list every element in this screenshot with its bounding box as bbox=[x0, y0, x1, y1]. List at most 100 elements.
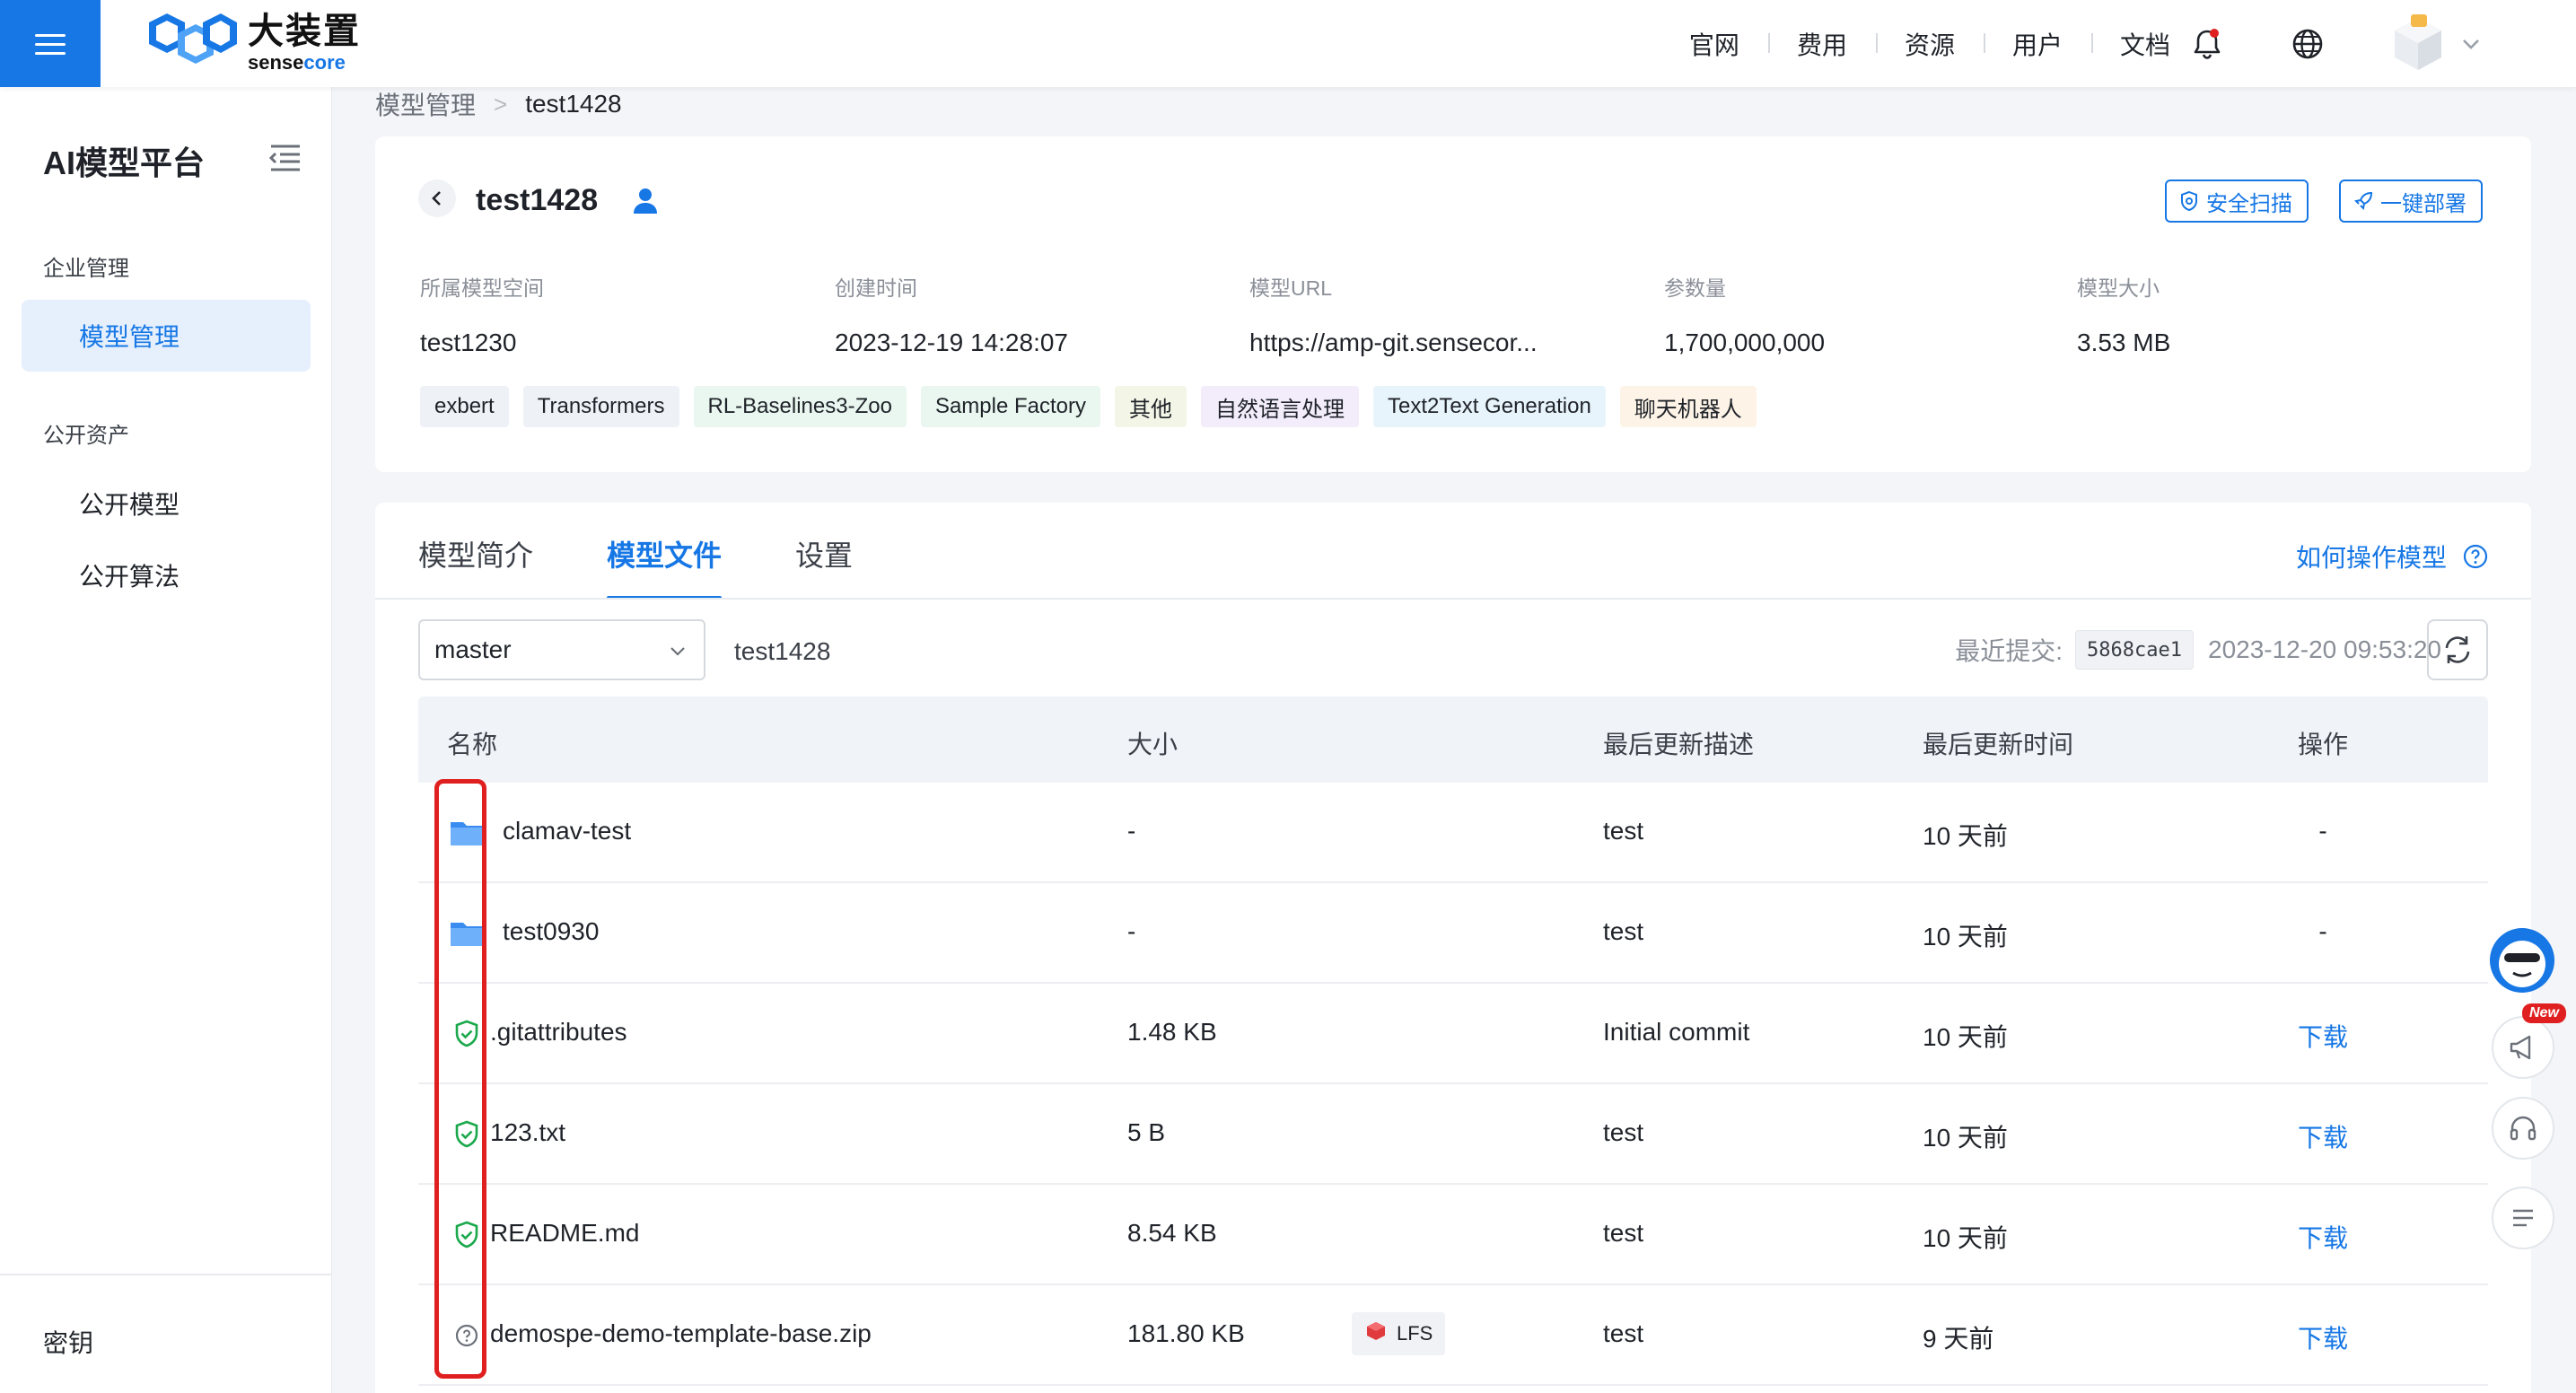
model-info-card: test1428 安全扫描 一键部署 所属模型空间 test1230 创建时间 20… bbox=[375, 136, 2531, 472]
tab-model-intro[interactable]: 模型简介 bbox=[418, 533, 533, 596]
how-to-operate-link[interactable]: 如何操作模型 bbox=[2296, 539, 2488, 574]
nav-users[interactable]: 用户 bbox=[1983, 26, 2091, 62]
sidebar-group-public: 公开资产 bbox=[43, 424, 129, 448]
table-row[interactable]: test0930 - test 10 天前 - bbox=[418, 883, 2488, 984]
new-badge: New bbox=[2522, 1003, 2566, 1023]
refresh-icon bbox=[2445, 636, 2470, 663]
model-tag[interactable]: 其他 bbox=[1115, 386, 1187, 427]
nav-billing[interactable]: 费用 bbox=[1767, 26, 1876, 62]
col-time: 最后更新时间 bbox=[1923, 731, 2074, 758]
sidebar-item-model-manage[interactable]: 模型管理 bbox=[22, 300, 311, 372]
branch-select[interactable]: master bbox=[418, 619, 705, 680]
megaphone-icon bbox=[2510, 1035, 2531, 1060]
update-time: 10 天前 bbox=[1923, 1124, 2008, 1152]
breadcrumb-model-manage[interactable]: 模型管理 bbox=[375, 86, 476, 122]
file-name[interactable]: .gitattributes bbox=[490, 1018, 627, 1047]
security-scan-button[interactable]: 安全扫描 bbox=[2165, 180, 2309, 223]
commit-description: test bbox=[1603, 917, 1644, 945]
file-name[interactable]: clamav-test bbox=[503, 817, 631, 845]
sidebar-item-public-algo[interactable]: 公开算法 bbox=[22, 539, 311, 611]
brand-name-cn: 大装置 bbox=[248, 12, 361, 51]
download-link[interactable]: 下载 bbox=[2278, 1219, 2368, 1255]
nav-resources[interactable]: 资源 bbox=[1875, 26, 1984, 62]
brand-name-en: sensecore bbox=[248, 51, 346, 74]
shield-check-icon bbox=[449, 1117, 485, 1152]
breadcrumb-current: test1428 bbox=[525, 90, 622, 118]
model-tag[interactable]: RL-Baselines3-Zoo bbox=[693, 386, 907, 427]
sidebar-item-keys[interactable]: 密钥 bbox=[43, 1324, 93, 1360]
update-time: 9 天前 bbox=[1923, 1325, 1994, 1353]
user-owner-icon bbox=[634, 188, 657, 214]
model-tag[interactable]: Text2Text Generation bbox=[1373, 386, 1606, 427]
col-desc: 最后更新描述 bbox=[1603, 731, 1755, 758]
language-globe-icon[interactable] bbox=[2287, 23, 2328, 65]
folder-icon bbox=[449, 815, 485, 851]
nav-official-site[interactable]: 官网 bbox=[1660, 26, 1768, 62]
model-tags: exbert Transformers RL-Baselines3-Zoo Sampl… bbox=[420, 386, 1771, 427]
collapse-menu-icon[interactable] bbox=[266, 139, 305, 175]
commit-description: test bbox=[1603, 1219, 1644, 1247]
commit-hash[interactable]: 5868cae1 bbox=[2075, 630, 2194, 670]
download-link[interactable]: 下载 bbox=[2278, 1018, 2368, 1054]
model-tag[interactable]: Sample Factory bbox=[920, 386, 1100, 427]
list-menu-icon bbox=[2513, 1209, 2533, 1227]
question-circle-icon bbox=[2463, 544, 2488, 569]
file-name[interactable]: 123.txt bbox=[490, 1118, 565, 1147]
file-size: 5 B bbox=[1127, 1118, 1166, 1146]
model-tag[interactable]: Transformers bbox=[522, 386, 679, 427]
table-row[interactable]: 123.txt 5 B test 10 天前 下载 bbox=[418, 1084, 2488, 1185]
commit-description: Initial commit bbox=[1603, 1018, 1750, 1046]
meta-model-space: 所属模型空间 test1230 bbox=[420, 276, 544, 356]
shield-check-icon bbox=[449, 1217, 485, 1253]
model-tag[interactable]: 自然语言处理 bbox=[1201, 386, 1359, 427]
latest-commit-info: 最近提交: 5868cae1 2023-12-20 09:53:20 bbox=[1955, 619, 2441, 680]
assistant-avatar-icon[interactable] bbox=[2488, 926, 2556, 994]
file-size: - bbox=[1127, 917, 1136, 945]
download-link[interactable]: 下载 bbox=[2278, 1319, 2368, 1355]
refresh-button[interactable] bbox=[2427, 619, 2488, 680]
update-time: 10 天前 bbox=[1923, 1224, 2008, 1252]
chevron-down-icon bbox=[670, 647, 685, 656]
user-avatar[interactable] bbox=[2389, 13, 2447, 74]
update-time: 10 天前 bbox=[1923, 1023, 2008, 1051]
table-row[interactable]: README.md 8.54 KB test 10 天前 下载 bbox=[418, 1185, 2488, 1285]
table-row[interactable]: demospe-demo-template-base.zip 181.80 KB L… bbox=[418, 1285, 2488, 1386]
lfs-badge: LFS bbox=[1352, 1312, 1446, 1355]
commit-description: test bbox=[1603, 817, 1644, 845]
tab-model-files[interactable]: 模型文件 bbox=[607, 533, 723, 600]
brand-logo[interactable]: 大装置 sensecore bbox=[131, 11, 361, 75]
sidebar-item-public-model[interactable]: 公开模型 bbox=[22, 468, 311, 539]
menu-button[interactable] bbox=[0, 0, 101, 87]
customer-service-button[interactable] bbox=[2492, 1097, 2554, 1160]
col-size: 大小 bbox=[1127, 731, 1178, 758]
breadcrumb: 模型管理 > test1428 bbox=[375, 86, 622, 122]
headset-icon bbox=[2510, 1116, 2537, 1141]
one-click-deploy-button[interactable]: 一键部署 bbox=[2339, 180, 2483, 223]
sidebar-divider bbox=[0, 1274, 332, 1275]
more-menu-button[interactable] bbox=[2492, 1187, 2554, 1249]
table-row[interactable]: clamav-test - test 10 天前 - bbox=[418, 783, 2488, 883]
shield-check-icon bbox=[449, 1016, 485, 1052]
file-name[interactable]: test0930 bbox=[503, 917, 599, 946]
notification-bell-icon[interactable] bbox=[2186, 23, 2228, 65]
chevron-down-icon[interactable] bbox=[2458, 31, 2484, 57]
commit-description: test bbox=[1603, 1319, 1644, 1347]
tab-bar: 模型简介 模型文件 设置 bbox=[418, 533, 926, 600]
tab-settings[interactable]: 设置 bbox=[795, 533, 853, 596]
model-tag[interactable]: 聊天机器人 bbox=[1619, 386, 1757, 427]
download-link[interactable]: 下载 bbox=[2278, 1118, 2368, 1154]
commit-description: test bbox=[1603, 1118, 1644, 1146]
top-bar: 大装置 sensecore 官网 费用 资源 用户 文档 bbox=[0, 0, 2576, 87]
file-size: 8.54 KB bbox=[1127, 1219, 1217, 1247]
shield-icon bbox=[2181, 190, 2197, 212]
nav-docs[interactable]: 文档 bbox=[2090, 26, 2199, 62]
hamburger-icon bbox=[35, 32, 66, 56]
back-button[interactable] bbox=[418, 180, 456, 217]
table-header: 名称 大小 最后更新描述 最后更新时间 操作 bbox=[418, 696, 2488, 783]
announcement-button[interactable] bbox=[2492, 1016, 2554, 1079]
model-tag[interactable]: exbert bbox=[420, 386, 509, 427]
table-row[interactable]: .gitattributes 1.48 KB Initial commit 10 天前… bbox=[418, 984, 2488, 1084]
commit-time: 2023-12-20 09:53:20 bbox=[2208, 635, 2441, 663]
file-name[interactable]: README.md bbox=[490, 1219, 639, 1248]
file-name[interactable]: demospe-demo-template-base.zip bbox=[490, 1319, 872, 1348]
